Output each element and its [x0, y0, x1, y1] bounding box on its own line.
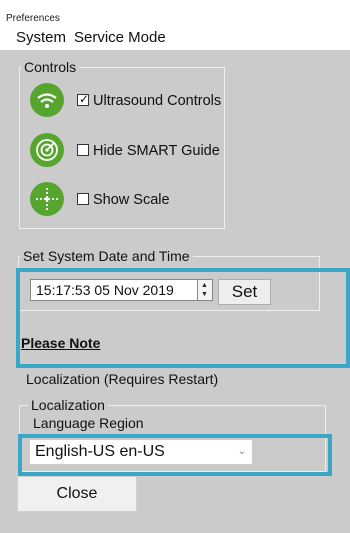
show-scale-label: Show Scale: [93, 192, 170, 208]
ultrasound-controls-check[interactable]: ✓: [77, 92, 90, 106]
radar-target-icon: [30, 133, 64, 167]
ultrasound-waves-icon: [30, 83, 64, 117]
crosshair-scale-icon: [30, 182, 64, 216]
menu-bar: System Service Mode: [0, 26, 350, 50]
localization-heading: Localization (Requires Restart): [26, 371, 219, 387]
datetime-group-label: Set System Date and Time: [20, 248, 193, 264]
hide-smart-guide-check[interactable]: [77, 144, 89, 156]
controls-group-label: Controls: [21, 59, 80, 75]
language-region-label: Language Region: [33, 415, 144, 431]
window-title: Preferences: [6, 13, 60, 24]
menu-service-mode[interactable]: Service Mode: [74, 29, 166, 46]
highlight-box-datetime: [16, 268, 350, 368]
please-note-label: Please Note: [21, 335, 101, 351]
show-scale-check[interactable]: [77, 193, 89, 205]
ultrasound-controls-label: Ultrasound Controls: [93, 93, 222, 109]
localization-group-label: Localization: [28, 397, 108, 413]
hide-smart-guide-label: Hide SMART Guide: [93, 143, 220, 159]
close-button[interactable]: Close: [17, 476, 137, 512]
title-bar: Preferences: [0, 0, 350, 26]
highlight-box-language: [18, 434, 332, 476]
menu-system[interactable]: System: [16, 29, 66, 46]
check-mark-icon: ✓: [79, 92, 90, 106]
